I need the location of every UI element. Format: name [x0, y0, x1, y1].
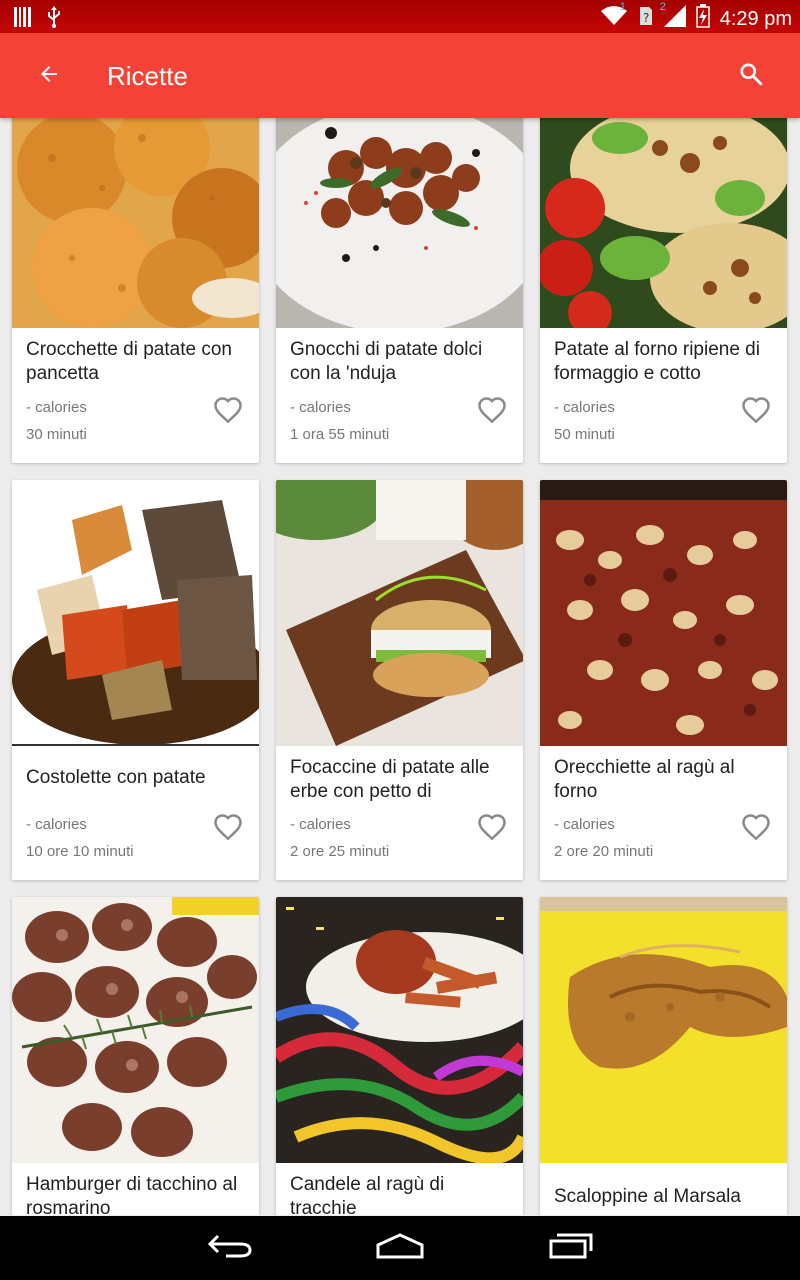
recipe-card[interactable]: Costolette con patate - calories 10 ore …: [12, 480, 259, 880]
sim-icon: ? 1: [620, 1, 654, 32]
recipe-title: Candele al ragù di tracchie: [290, 1174, 445, 1215]
favorite-heart-icon[interactable]: [213, 813, 243, 843]
recipe-card[interactable]: Crocchette di patate con pancetta - calo…: [12, 118, 259, 463]
favorite-heart-icon[interactable]: [741, 813, 771, 843]
recipe-title: Costolette con patate: [26, 767, 206, 788]
recipe-calories: - calories: [290, 399, 351, 416]
recipe-photo: [12, 118, 259, 328]
recipe-duration: 2 ore 25 minuti: [290, 843, 390, 860]
recipe-title: Focaccine di patate alle erbe con petto …: [290, 757, 490, 802]
favorite-heart-icon[interactable]: [477, 813, 507, 843]
recipe-duration: 2 ore 20 minuti: [554, 843, 654, 860]
recipe-duration: 50 minuti: [554, 426, 615, 443]
arrow-back-icon: [37, 62, 61, 91]
recipe-photo: [276, 897, 523, 1163]
sim1-label: 1: [619, 1, 626, 13]
sim2-label: 2: [659, 1, 666, 13]
recipe-photo: [12, 480, 259, 746]
recipe-photo: [540, 897, 787, 1163]
recipe-photo: [276, 480, 523, 746]
nav-home-button[interactable]: [370, 1230, 430, 1266]
recents-nav-icon: [547, 1231, 595, 1266]
recipe-card[interactable]: Candele al ragù di tracchie: [276, 897, 523, 1215]
recipe-title: Hamburger di tacchino al rosmarino: [26, 1174, 238, 1215]
recipe-card[interactable]: Scaloppine al Marsala: [540, 897, 787, 1215]
back-nav-icon: [206, 1232, 254, 1265]
back-button[interactable]: [28, 55, 70, 97]
status-bar: ? 1 2 4:29 pm: [0, 0, 800, 33]
recipe-card[interactable]: Patate al forno ripiene di formaggio e c…: [540, 118, 787, 463]
recipe-photo: [540, 480, 787, 746]
app-bar: Ricette: [0, 33, 800, 118]
recipe-title: Orecchiette al ragù al forno: [554, 757, 735, 802]
recipe-title: Crocchette di patate con pancetta: [26, 339, 232, 384]
search-button[interactable]: [730, 55, 772, 97]
favorite-heart-icon[interactable]: [213, 396, 243, 426]
nav-recents-button[interactable]: [541, 1230, 601, 1266]
usb-icon: [46, 6, 62, 33]
recipe-calories: - calories: [26, 816, 87, 833]
navigation-bar: [0, 1216, 800, 1280]
recipe-photo: [276, 118, 523, 328]
page-title: Ricette: [107, 61, 188, 91]
search-icon: [738, 61, 764, 92]
favorite-heart-icon[interactable]: [477, 396, 507, 426]
recipe-card[interactable]: Focaccine di patate alle erbe con petto …: [276, 480, 523, 880]
recipe-card[interactable]: Hamburger di tacchino al rosmarino: [12, 897, 259, 1215]
recipe-calories: - calories: [26, 399, 87, 416]
clock: 4:29 pm: [719, 7, 792, 30]
recipe-title: Scaloppine al Marsala: [554, 1186, 741, 1207]
battery-charging-icon: [695, 4, 710, 33]
recipe-duration: 30 minuti: [26, 426, 87, 443]
svg-text:?: ?: [643, 11, 649, 25]
recipe-card[interactable]: Orecchiette al ragù al forno - calories …: [540, 480, 787, 880]
recipe-calories: - calories: [554, 816, 615, 833]
recipe-calories: - calories: [554, 399, 615, 416]
barcode-icon: [14, 7, 32, 32]
home-nav-icon: [374, 1231, 426, 1266]
nav-back-button[interactable]: [200, 1230, 260, 1266]
recipe-photo: [540, 118, 787, 328]
recipe-card[interactable]: Gnocchi di patate dolci con la 'nduja - …: [276, 118, 523, 463]
recipe-title: Patate al forno ripiene di formaggio e c…: [554, 339, 760, 384]
recipe-grid[interactable]: Crocchette di patate con pancetta - calo…: [0, 118, 800, 1215]
recipe-photo: [12, 897, 259, 1163]
favorite-heart-icon[interactable]: [741, 396, 771, 426]
recipe-duration: 10 ore 10 minuti: [26, 843, 134, 860]
recipe-calories: - calories: [290, 816, 351, 833]
recipe-title: Gnocchi di patate dolci con la 'nduja: [290, 339, 483, 384]
recipe-duration: 1 ora 55 minuti: [290, 426, 390, 443]
signal-icon: 2: [660, 1, 686, 32]
